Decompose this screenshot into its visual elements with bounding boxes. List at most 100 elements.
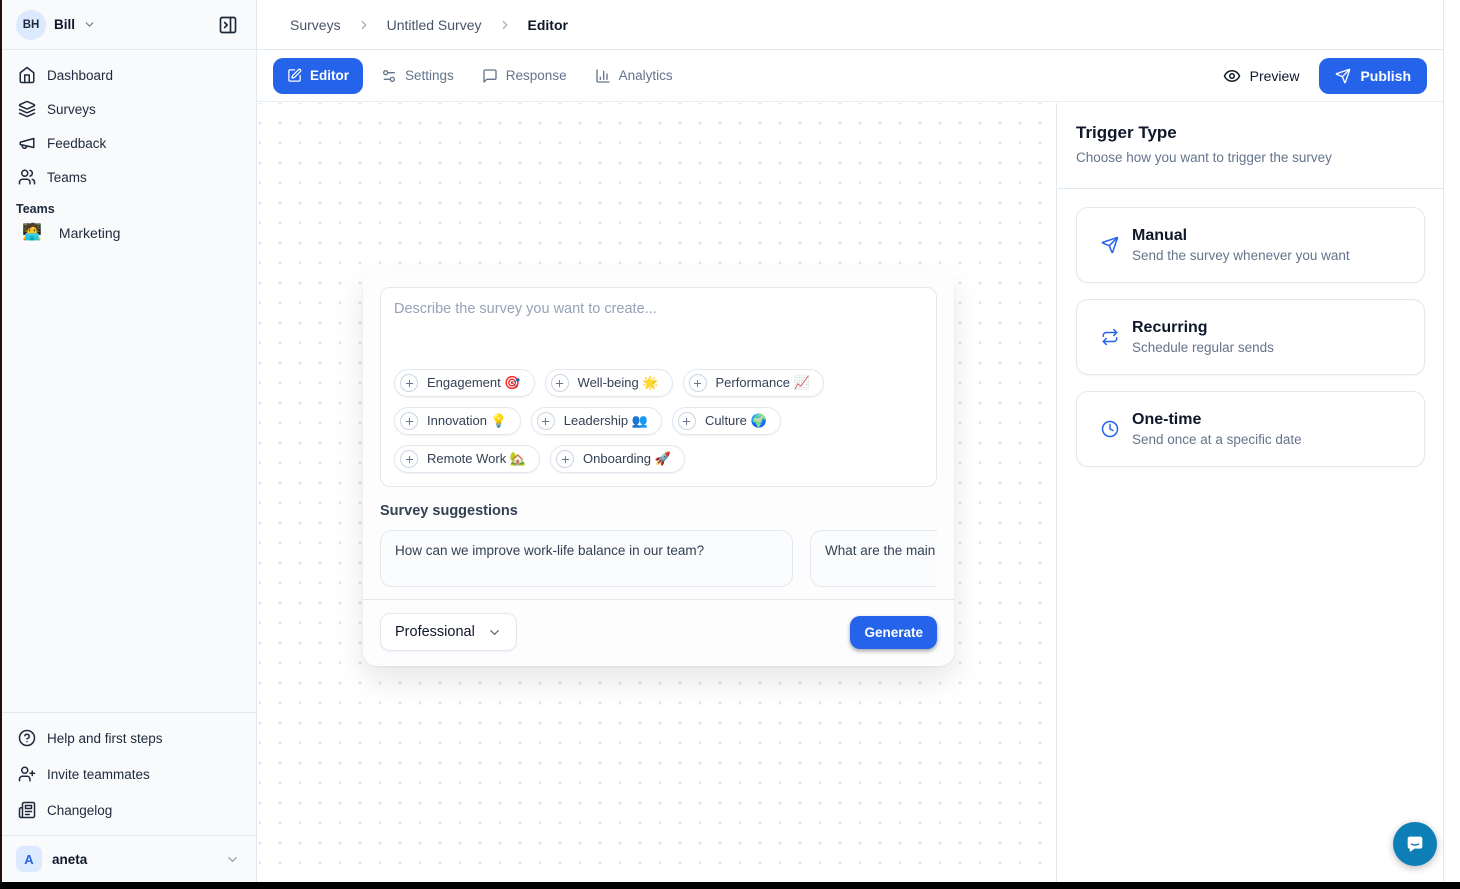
tab-label: Response	[506, 68, 567, 83]
breadcrumb-editor: Editor	[528, 17, 568, 33]
chip-engagement[interactable]: Engagement 🎯	[394, 369, 535, 397]
trigger-option-recurring[interactable]: Recurring Schedule regular sends	[1076, 299, 1425, 375]
trigger-option-title: One-time	[1132, 411, 1302, 429]
user-plus-icon	[18, 765, 36, 783]
chip-innovation[interactable]: Innovation 💡	[394, 407, 521, 435]
breadcrumb-untitled-survey[interactable]: Untitled Survey	[387, 17, 482, 33]
screen-edge-bottom	[0, 882, 1460, 889]
sidebar-item-label: Dashboard	[47, 68, 113, 83]
trigger-option-title: Recurring	[1132, 319, 1274, 337]
chip-label: Performance 📈	[716, 375, 810, 391]
breadcrumb-surveys[interactable]: Surveys	[290, 17, 341, 33]
sidebar-item-label: Feedback	[47, 136, 106, 151]
generate-button[interactable]: Generate	[850, 616, 937, 649]
trigger-options: Manual Send the survey whenever you want…	[1058, 189, 1443, 485]
chip-label: Engagement 🎯	[427, 375, 521, 391]
survey-description-input[interactable]	[394, 301, 923, 359]
chip-label: Leadership 👥	[564, 413, 648, 429]
eye-icon	[1223, 67, 1241, 85]
sidebar-item-label: Invite teammates	[47, 767, 150, 782]
chat-launcher-button[interactable]	[1393, 822, 1437, 866]
trigger-option-manual[interactable]: Manual Send the survey whenever you want	[1076, 207, 1425, 283]
chip-onboarding[interactable]: Onboarding 🚀	[550, 445, 685, 473]
megaphone-icon	[18, 134, 36, 152]
sidebar-item-label: Teams	[47, 170, 87, 185]
tab-label: Settings	[405, 68, 454, 83]
sidebar-item-feedback[interactable]: Feedback	[8, 126, 248, 160]
topic-chips: Engagement 🎯 Well-being 🌟 Performance 📈 …	[394, 369, 923, 473]
suggestions-title: Survey suggestions	[380, 503, 937, 519]
workspace-name: Bill	[54, 17, 75, 32]
sidebar-item-dashboard[interactable]: Dashboard	[8, 58, 248, 92]
sidebar-item-help[interactable]: Help and first steps	[8, 720, 248, 756]
sidebar-team-marketing[interactable]: 🧑‍💻 Marketing	[8, 218, 248, 248]
chip-label: Remote Work 🏡	[427, 451, 526, 467]
chip-culture[interactable]: Culture 🌍	[672, 407, 781, 435]
plus-icon	[689, 374, 707, 392]
plus-icon	[537, 412, 555, 430]
suggestion-card[interactable]: How can we improve work-life balance in …	[380, 530, 793, 587]
chevron-right-icon	[498, 18, 512, 32]
tab-editor[interactable]: Editor	[273, 58, 363, 94]
square-pen-icon	[287, 68, 302, 83]
sliders-icon	[381, 68, 397, 84]
account-avatar: A	[16, 846, 42, 872]
app-window: BH Bill Dashboard Surveys Feedback T	[0, 0, 1460, 889]
sidebar-item-invite[interactable]: Invite teammates	[8, 756, 248, 792]
tone-select[interactable]: Professional	[380, 613, 517, 651]
publish-label: Publish	[1360, 68, 1411, 84]
composer-footer: Professional Generate	[363, 599, 954, 666]
home-icon	[18, 66, 36, 84]
chip-leadership[interactable]: Leadership 👥	[531, 407, 662, 435]
plus-icon	[556, 450, 574, 468]
account-menu[interactable]: A aneta	[0, 835, 256, 882]
tab-bar: Editor Settings Response Analytics Previ…	[257, 50, 1443, 102]
suggestion-card[interactable]: What are the main ob	[810, 530, 937, 587]
sidebar-item-label: Surveys	[47, 102, 96, 117]
sidebar-item-label: Help and first steps	[47, 731, 163, 746]
screen-edge-left	[0, 0, 2, 889]
tab-label: Analytics	[619, 68, 673, 83]
tab-response[interactable]: Response	[472, 58, 577, 94]
tab-label: Editor	[310, 68, 349, 83]
survey-composer-card: Engagement 🎯 Well-being 🌟 Performance 📈 …	[363, 270, 954, 666]
tab-analytics[interactable]: Analytics	[585, 58, 683, 94]
sidebar-toggle-button[interactable]	[214, 11, 242, 39]
tab-settings[interactable]: Settings	[371, 58, 464, 94]
trigger-option-text: One-time Send once at a specific date	[1132, 411, 1302, 447]
tab-bar-actions: Preview Publish	[1223, 58, 1427, 94]
chip-well-being[interactable]: Well-being 🌟	[545, 369, 673, 397]
newspaper-icon	[18, 801, 36, 819]
tone-value: Professional	[395, 624, 475, 640]
trigger-option-one-time[interactable]: One-time Send once at a specific date	[1076, 391, 1425, 467]
sidebar-item-teams[interactable]: Teams	[8, 160, 248, 194]
panel-toggle-icon	[218, 15, 238, 35]
sidebar-item-changelog[interactable]: Changelog	[8, 792, 248, 828]
prompt-box: Engagement 🎯 Well-being 🌟 Performance 📈 …	[380, 287, 937, 487]
plus-icon	[551, 374, 569, 392]
sidebar-item-surveys[interactable]: Surveys	[8, 92, 248, 126]
repeat-icon	[1101, 328, 1119, 346]
clock-icon	[1101, 420, 1119, 438]
trigger-option-description: Schedule regular sends	[1132, 340, 1274, 355]
trigger-panel-header: Trigger Type Choose how you want to trig…	[1058, 103, 1443, 189]
publish-button[interactable]: Publish	[1319, 58, 1427, 94]
users-icon	[18, 168, 36, 186]
suggestions-row: How can we improve work-life balance in …	[380, 530, 937, 587]
chip-label: Onboarding 🚀	[583, 451, 671, 467]
chip-remote-work[interactable]: Remote Work 🏡	[394, 445, 540, 473]
workspace-switcher[interactable]: BH Bill	[0, 0, 256, 50]
chip-label: Well-being 🌟	[578, 375, 659, 391]
chat-bubble-icon	[1404, 833, 1426, 855]
plus-icon	[400, 450, 418, 468]
trigger-option-text: Recurring Schedule regular sends	[1132, 319, 1274, 355]
plus-icon	[400, 374, 418, 392]
trigger-type-panel: Trigger Type Choose how you want to trig…	[1058, 103, 1443, 882]
sidebar-item-label: Changelog	[47, 803, 112, 818]
workspace-avatar: BH	[16, 10, 46, 40]
sidebar: BH Bill Dashboard Surveys Feedback T	[0, 0, 257, 882]
send-icon	[1101, 236, 1119, 254]
sidebar-nav: Dashboard Surveys Feedback Teams	[0, 50, 256, 194]
chip-performance[interactable]: Performance 📈	[683, 369, 824, 397]
preview-button[interactable]: Preview	[1223, 67, 1300, 85]
